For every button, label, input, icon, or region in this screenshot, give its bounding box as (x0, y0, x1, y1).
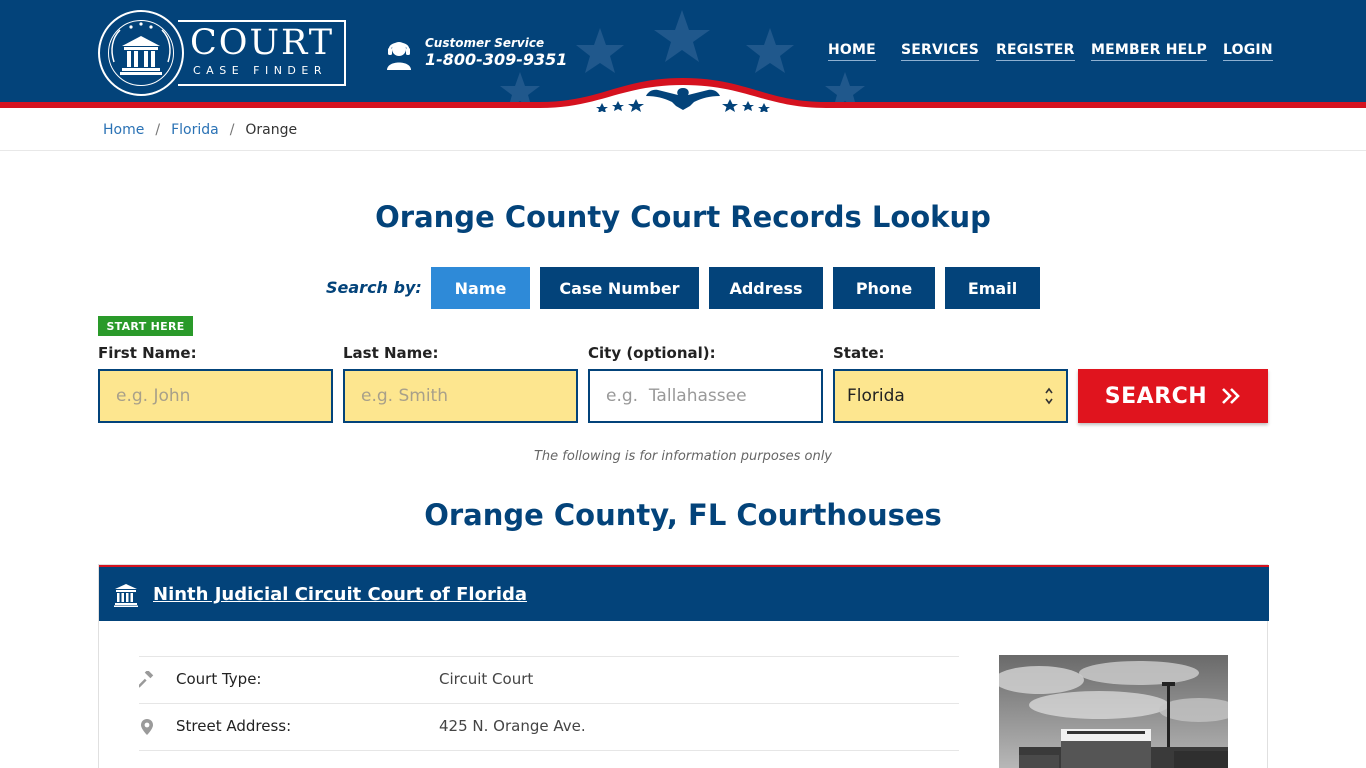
city-input[interactable] (588, 369, 823, 423)
row-divider (139, 656, 959, 657)
nav-home[interactable]: HOME (828, 42, 876, 61)
courthouse-icon (114, 584, 138, 607)
main-nav: HOME SERVICES REGISTER MEMBER HELP LOGIN (0, 42, 1366, 66)
row-divider (139, 703, 959, 704)
first-name-input[interactable] (98, 369, 333, 423)
court-name-link[interactable]: Ninth Judicial Circuit Court of Florida (153, 584, 527, 605)
double-chevron-right-icon (1222, 388, 1241, 404)
tab-name[interactable]: Name (431, 267, 530, 309)
search-by-label: Search by: (326, 278, 422, 297)
select-arrows-icon (1045, 387, 1053, 405)
first-name-label: First Name: (98, 344, 197, 362)
breadcrumb-separator: / (229, 122, 235, 138)
tab-phone[interactable]: Phone (833, 267, 935, 309)
row-divider (139, 750, 959, 751)
state-select-value: Florida (847, 386, 905, 406)
street-address-value: 425 N. Orange Ave. (439, 717, 586, 735)
courthouse-photo (999, 655, 1228, 768)
page-title: Orange County Court Records Lookup (375, 200, 991, 234)
state-label: State: (833, 344, 885, 362)
breadcrumb-divider (0, 150, 1366, 151)
breadcrumb-florida[interactable]: Florida (171, 122, 219, 138)
map-pin-icon (141, 719, 153, 735)
search-button[interactable]: SEARCH (1078, 369, 1268, 423)
tab-address[interactable]: Address (709, 267, 823, 309)
court-type-value: Circuit Court (439, 670, 534, 688)
city-label: City (optional): (588, 344, 716, 362)
court-card-header: Ninth Judicial Circuit Court of Florida (99, 565, 1269, 621)
start-here-badge: START HERE (98, 316, 193, 336)
breadcrumb-home[interactable]: Home (103, 122, 144, 138)
nav-login[interactable]: LOGIN (1223, 42, 1273, 61)
site-header: COURT CASE FINDER Customer Service 1-800… (0, 0, 1366, 112)
breadcrumb: Home / Florida / Orange (103, 122, 297, 138)
tab-case-number[interactable]: Case Number (540, 267, 699, 309)
courthouses-title: Orange County, FL Courthouses (424, 498, 942, 532)
nav-services[interactable]: SERVICES (901, 42, 979, 61)
breadcrumb-current: Orange (245, 122, 298, 138)
eagle-emblem-icon (596, 88, 770, 112)
court-type-label: Court Type: (176, 670, 262, 688)
breadcrumb-separator: / (155, 122, 161, 138)
court-card: Ninth Judicial Circuit Court of Florida … (98, 564, 1269, 768)
street-address-label: Street Address: (176, 717, 292, 735)
gavel-icon (139, 671, 154, 688)
last-name-label: Last Name: (343, 344, 439, 362)
last-name-input[interactable] (343, 369, 578, 423)
tab-email[interactable]: Email (945, 267, 1040, 309)
information-note: The following is for information purpose… (533, 449, 833, 464)
nav-register[interactable]: REGISTER (996, 42, 1075, 61)
search-button-label: SEARCH (1104, 383, 1208, 409)
state-select[interactable]: Florida (833, 369, 1068, 423)
nav-member-help[interactable]: MEMBER HELP (1091, 42, 1207, 61)
